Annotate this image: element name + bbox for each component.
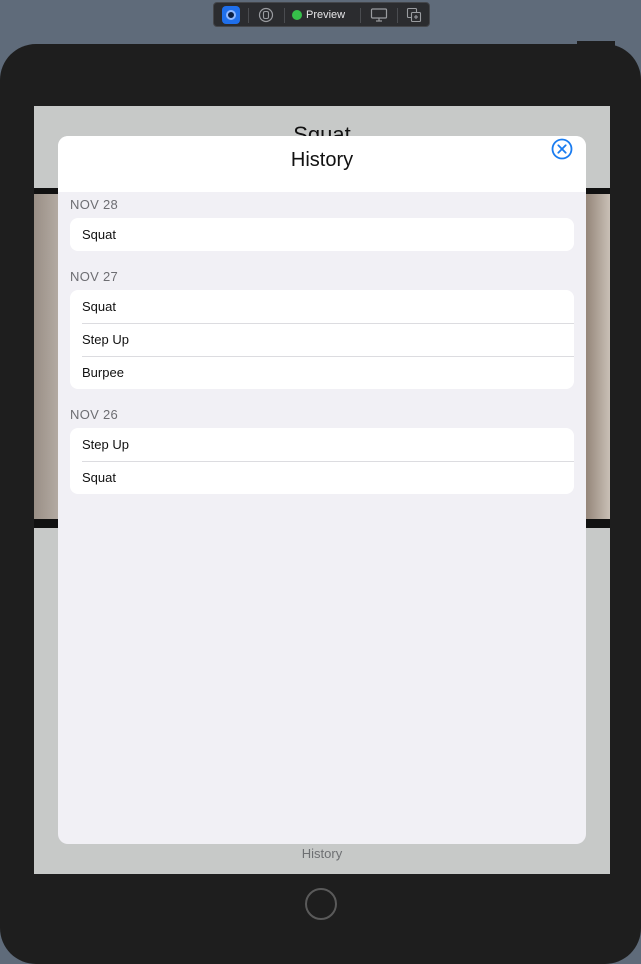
history-group: Step Up Squat xyxy=(70,428,574,494)
preview-toolbar: Preview xyxy=(213,2,430,27)
list-item[interactable]: Burpee xyxy=(70,356,574,389)
list-item[interactable]: Step Up xyxy=(70,428,574,461)
list-item[interactable]: Squat xyxy=(70,290,574,323)
history-group: Squat Step Up Burpee xyxy=(70,290,574,389)
sheet-header: History xyxy=(58,136,586,192)
sheet-title: History xyxy=(290,149,354,171)
display-icon xyxy=(370,8,388,22)
list-item[interactable]: Squat xyxy=(70,461,574,494)
section-header-nov-27: NOV 27 xyxy=(70,269,119,284)
home-button[interactable] xyxy=(305,888,337,920)
history-sheet: History NOV 28 Squat NOV 27 Squat Step U… xyxy=(58,136,586,844)
close-icon xyxy=(551,138,573,160)
preview-button[interactable]: Preview xyxy=(292,7,345,23)
history-group: Squat xyxy=(70,218,574,251)
selectable-icon xyxy=(258,7,274,23)
history-link[interactable]: History xyxy=(34,846,610,861)
device-settings-button[interactable] xyxy=(369,7,389,23)
live-icon xyxy=(226,10,236,20)
duplicate-icon xyxy=(406,7,422,23)
toolbar-divider xyxy=(284,8,285,23)
inspect-button[interactable] xyxy=(257,7,275,23)
duplicate-preview-button[interactable] xyxy=(405,7,423,23)
list-item[interactable]: Step Up xyxy=(70,323,574,356)
status-dot-icon xyxy=(292,10,302,20)
list-item[interactable]: Squat xyxy=(70,218,574,251)
section-header-nov-26: NOV 26 xyxy=(70,407,119,422)
section-header-nov-28: NOV 28 xyxy=(70,197,119,212)
toolbar-divider xyxy=(397,8,398,23)
preview-label: Preview xyxy=(306,9,346,21)
live-preview-button[interactable] xyxy=(222,6,240,24)
toolbar-divider xyxy=(248,8,249,23)
close-button[interactable] xyxy=(551,138,573,160)
toolbar-divider xyxy=(360,8,361,23)
